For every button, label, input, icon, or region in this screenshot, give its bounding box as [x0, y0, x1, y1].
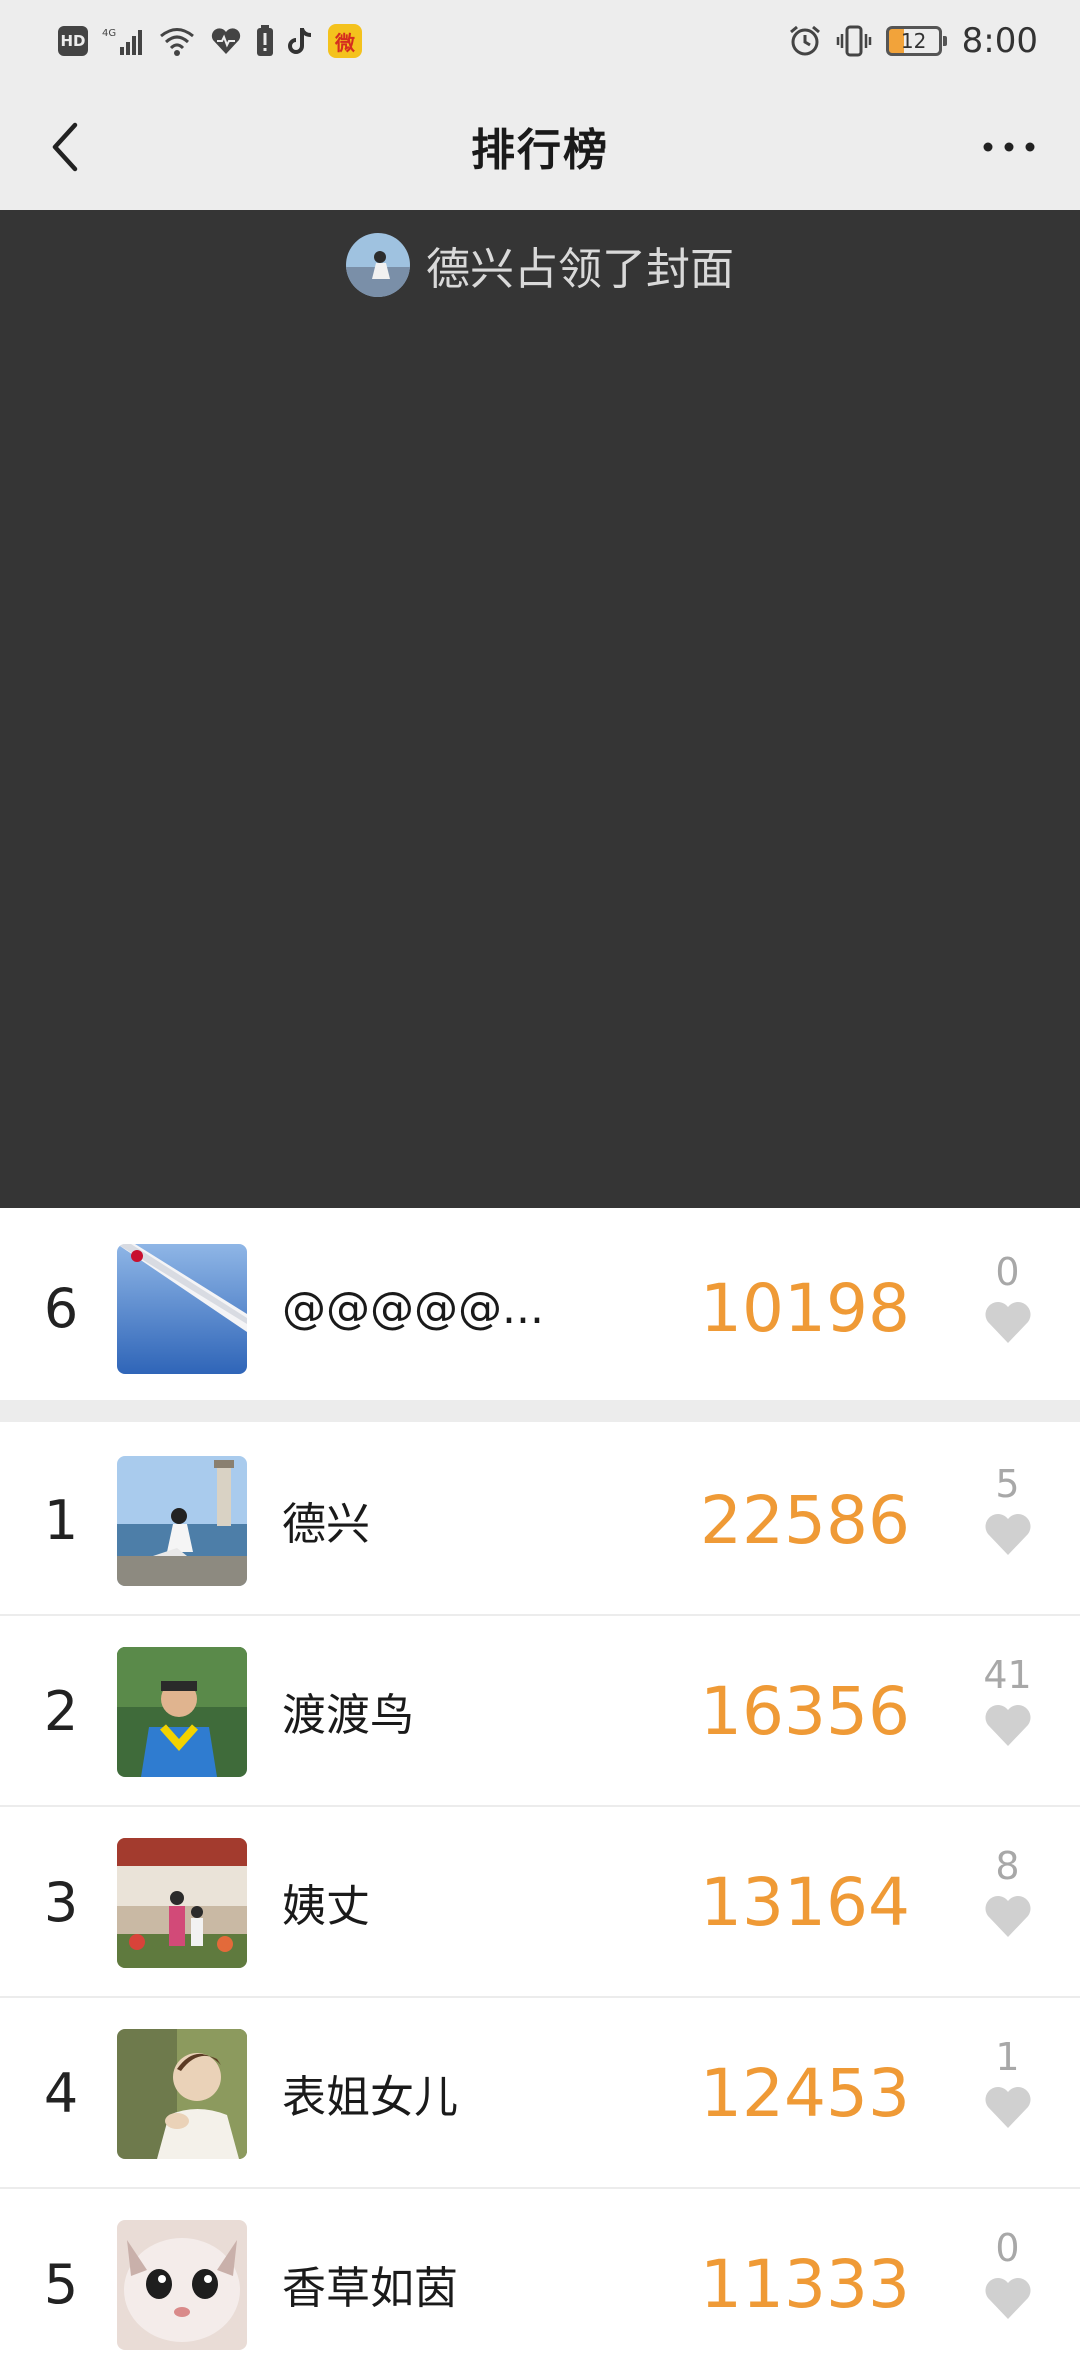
like-count: 1: [995, 2035, 1020, 2079]
step-count: 13164: [700, 1863, 910, 1941]
step-count: 22586: [700, 1481, 910, 1559]
clock: 8:00: [961, 21, 1038, 61]
leaderboard-row[interactable]: 4 表姐女儿 12453 1: [0, 1998, 1080, 2188]
rank-number: 4: [43, 2061, 79, 2125]
section-separator: [0, 1400, 1080, 1422]
leaderboard-row[interactable]: 5 香草如茵 11333 0: [0, 2189, 1080, 2379]
vibrate-icon: [836, 23, 872, 59]
health-heart-icon: [210, 23, 242, 59]
back-button[interactable]: [30, 112, 100, 182]
cover-caption: 德兴占领了封面: [0, 232, 1080, 298]
status-bar: HD 4G 微 12 8:00: [0, 0, 1080, 82]
like-group: 5: [970, 1461, 1045, 1557]
user-name: @@@@@...: [282, 1282, 544, 1334]
avatar[interactable]: [117, 2220, 247, 2350]
like-heart-icon[interactable]: [983, 2275, 1033, 2321]
leaderboard-row[interactable]: 1 德兴 22586 5: [0, 1425, 1080, 1615]
cover-avatar[interactable]: [346, 233, 410, 297]
battery-icon: 12: [885, 26, 947, 56]
like-group: 8: [970, 1843, 1045, 1939]
user-name: 表姐女儿: [282, 2072, 458, 2123]
rank-number: 6: [43, 1276, 79, 1340]
user-name: 渡渡鸟: [282, 1690, 414, 1741]
svg-text:4G: 4G: [102, 28, 116, 39]
status-right: 12 8:00: [788, 21, 1038, 61]
weibo-icon: 微: [328, 24, 362, 58]
like-heart-icon[interactable]: [983, 2084, 1033, 2130]
more-dots-icon: [983, 142, 1035, 152]
avatar[interactable]: [117, 1456, 247, 1586]
like-heart-icon[interactable]: [983, 1893, 1033, 1939]
alarm-icon: [788, 23, 822, 59]
step-count: 10198: [700, 1269, 910, 1347]
cover-caption-text: 德兴占领了封面: [426, 244, 734, 295]
rank-number: 5: [43, 2252, 79, 2316]
wifi-icon: [158, 23, 196, 59]
hd-icon: HD: [58, 26, 88, 56]
like-group: 1: [970, 2034, 1045, 2130]
step-count: 16356: [700, 1672, 910, 1750]
like-heart-icon[interactable]: [983, 1702, 1033, 1748]
more-button[interactable]: [964, 112, 1054, 182]
avatar[interactable]: [117, 1244, 247, 1374]
like-heart-icon[interactable]: [983, 1299, 1033, 1345]
like-group: 0: [970, 2225, 1045, 2321]
avatar[interactable]: [117, 2029, 247, 2159]
my-rank-row[interactable]: 6 @@@@@... 10198 0: [0, 1213, 1080, 1403]
rank-number: 1: [43, 1488, 79, 1552]
like-count: 8: [995, 1844, 1020, 1888]
chevron-left-icon: [52, 122, 78, 172]
rank-number: 3: [43, 1870, 79, 1934]
page-title: 排行榜: [471, 125, 609, 176]
status-left: HD 4G 微: [58, 23, 362, 59]
rank-number: 2: [43, 1679, 79, 1743]
like-heart-icon[interactable]: [983, 1511, 1033, 1557]
user-name: 德兴: [282, 1499, 370, 1550]
cellular-signal-icon: 4G: [102, 23, 144, 59]
nav-bar: 排行榜: [0, 82, 1080, 210]
cover-banner[interactable]: [0, 210, 1080, 1208]
avatar[interactable]: [117, 1838, 247, 1968]
alert-battery-icon: [256, 23, 274, 59]
leaderboard-row[interactable]: 3 姨丈 13164 8: [0, 1807, 1080, 1997]
like-count: 5: [995, 1462, 1020, 1506]
leaderboard-row[interactable]: 2 渡渡鸟 16356 41: [0, 1616, 1080, 1806]
user-name: 姨丈: [282, 1881, 370, 1932]
tiktok-icon: [288, 23, 314, 59]
avatar[interactable]: [117, 1647, 247, 1777]
step-count: 12453: [700, 2054, 910, 2132]
like-count: 0: [995, 1250, 1020, 1294]
step-count: 11333: [700, 2245, 910, 2323]
like-count: 0: [995, 2226, 1020, 2270]
like-group: 0: [970, 1249, 1045, 1345]
like-count: 41: [983, 1653, 1032, 1697]
user-name: 香草如茵: [282, 2263, 458, 2314]
like-group: 41: [970, 1652, 1045, 1748]
